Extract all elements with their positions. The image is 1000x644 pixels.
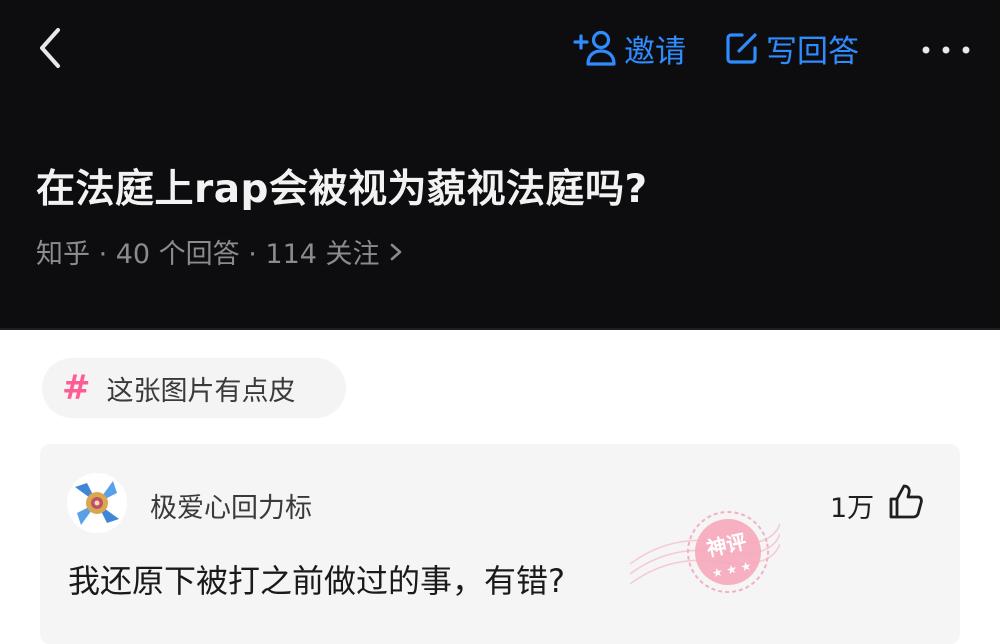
featured-comment-stamp: 神评 ★ ★ ★ — [629, 494, 781, 604]
question-meta-text: 知乎 · 40 个回答 · 114 关注 — [36, 239, 380, 270]
invite-label: 邀请 — [624, 33, 686, 70]
add-person-icon — [573, 30, 616, 66]
chevron-right-icon — [390, 243, 401, 260]
chevron-left-icon — [40, 28, 60, 68]
write-answer-label: 写回答 — [766, 33, 859, 70]
topic-tag[interactable]: # 这张图片有点皮 — [42, 358, 346, 418]
more-options-button[interactable] — [918, 30, 974, 70]
more-dots-icon — [922, 46, 970, 54]
top-nav-bar: 邀请 写回答 — [0, 0, 1000, 96]
question-title: 在法庭上rap会被视为藐视法庭吗? — [36, 167, 648, 212]
question-header: 邀请 写回答 在法庭上rap会被视为藐视法庭吗? 知乎 · 40 个回答 · 1… — [0, 0, 1000, 330]
featured-comment-card[interactable]: 极爱心回力标 神评 ★ ★ ★ 1万 我还原下被打之前做过的事，有错? — [40, 444, 960, 644]
thumbs-up-icon — [889, 484, 923, 519]
back-button[interactable] — [30, 24, 70, 72]
invite-button[interactable]: 邀请 — [572, 26, 686, 70]
boomerang-avatar-icon — [68, 474, 126, 532]
like-button[interactable] — [886, 482, 926, 522]
edit-icon — [726, 33, 757, 64]
hash-icon: # — [62, 368, 91, 408]
comment-username[interactable]: 极爱心回力标 — [150, 486, 312, 525]
comment-text: 我还原下被打之前做过的事，有错? — [68, 562, 565, 600]
write-answer-button[interactable]: 写回答 — [722, 26, 859, 70]
avatar[interactable] — [67, 473, 127, 533]
like-count: 1万 — [830, 493, 875, 524]
topic-tag-label: 这张图片有点皮 — [106, 375, 296, 407]
question-meta-link[interactable]: 知乎 · 40 个回答 · 114 关注 — [36, 232, 404, 271]
